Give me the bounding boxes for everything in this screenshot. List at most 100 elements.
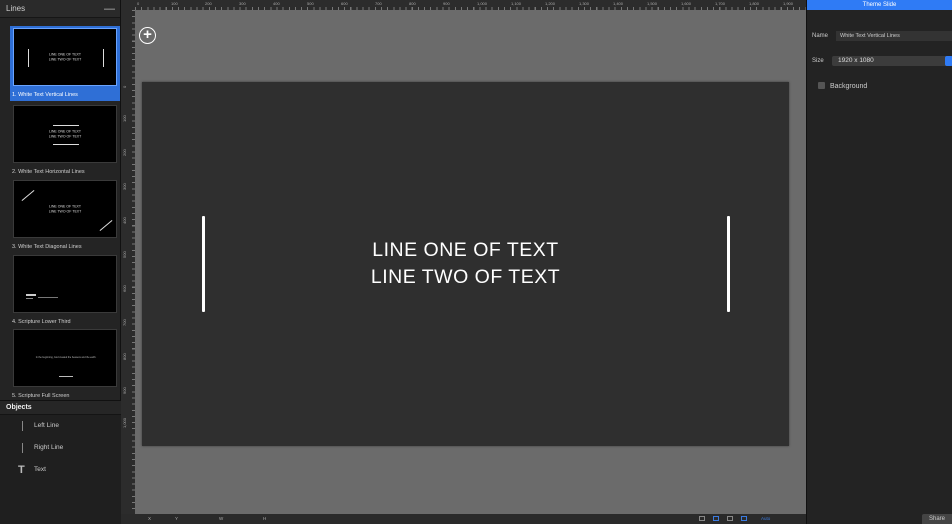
slide-thumbnail: LINE ONE OF TEXT LINE TWO OF TEXT bbox=[13, 28, 117, 86]
ruler-tick-label: 1,100 bbox=[511, 1, 522, 6]
background-toggle[interactable]: Background bbox=[818, 82, 867, 90]
inspector-title[interactable]: Theme Slide bbox=[807, 0, 952, 10]
inspector-panel: Theme Slide Name White Text Vertical Lin… bbox=[806, 0, 952, 524]
ruler-tick-label: 300 bbox=[122, 183, 127, 190]
slide-caption: 2. White Text Horizontal Lines bbox=[12, 169, 85, 175]
align-icon[interactable] bbox=[713, 516, 719, 521]
ruler-tick-label: 1,000 bbox=[477, 1, 488, 6]
text-icon: T bbox=[18, 464, 25, 476]
lower-third-title-thumb bbox=[26, 294, 36, 296]
object-label: Right Line bbox=[34, 444, 64, 451]
library-title[interactable]: Lines bbox=[6, 4, 25, 13]
ruler-tick-label: 1,000 bbox=[122, 417, 127, 428]
ruler-tick-label: 800 bbox=[409, 1, 416, 6]
ruler-tick-label: 100 bbox=[122, 115, 127, 122]
thumb-line-2: LINE TWO OF TEXT bbox=[48, 134, 82, 138]
x-field[interactable]: X bbox=[148, 516, 151, 521]
object-label: Left Line bbox=[34, 422, 59, 429]
ruler-tick-label: 300 bbox=[239, 1, 246, 6]
y-field[interactable]: Y bbox=[175, 516, 178, 521]
objects-title: Objects bbox=[0, 401, 121, 415]
text-object[interactable]: LINE ONE OF TEXT LINE TWO OF TEXT bbox=[142, 237, 789, 291]
left-line-thumb bbox=[28, 49, 29, 67]
ruler-tick-label: 600 bbox=[122, 285, 127, 292]
ruler-tick-label: 100 bbox=[171, 1, 178, 6]
background-checkbox[interactable] bbox=[818, 82, 825, 89]
ruler-tick-label: 1,200 bbox=[545, 1, 556, 6]
layout-icon[interactable] bbox=[727, 516, 733, 521]
slide-caption: 4. Scripture Lower Third bbox=[12, 319, 71, 325]
ruler-tick-label: 0 bbox=[122, 85, 127, 88]
size-select[interactable]: 1920 x 1080 bbox=[832, 56, 952, 66]
library-header[interactable]: Lines — bbox=[0, 0, 120, 18]
name-row: Name White Text Vertical Lines bbox=[807, 30, 952, 42]
lower-third-bar-thumb bbox=[38, 297, 58, 298]
collapse-icon[interactable]: — bbox=[104, 3, 115, 15]
ruler-tick-label: 700 bbox=[122, 319, 127, 326]
slide-item-5[interactable]: In the beginning, God created the heaven… bbox=[10, 327, 120, 402]
grid-icon[interactable] bbox=[699, 516, 705, 521]
share-button[interactable]: Share bbox=[922, 514, 952, 524]
ruler-tick-label: 400 bbox=[273, 1, 280, 6]
slide-caption: 3. White Text Diagonal Lines bbox=[12, 244, 82, 250]
thumb-line-2: LINE TWO OF TEXT bbox=[48, 209, 82, 213]
slide-canvas[interactable]: LINE ONE OF TEXT LINE TWO OF TEXT bbox=[142, 82, 789, 446]
name-field[interactable]: White Text Vertical Lines bbox=[836, 31, 952, 41]
slide-thumbnail: In the beginning, God created the heaven… bbox=[13, 329, 117, 387]
ruler-tick-label: 1,700 bbox=[715, 1, 726, 6]
size-value: 1920 x 1080 bbox=[838, 57, 874, 64]
object-label: Text bbox=[34, 466, 46, 473]
size-label: Size bbox=[812, 58, 824, 64]
slides-panel: Lines — LINE ONE OF TEXT LINE TWO OF TEX… bbox=[0, 0, 121, 524]
thumb-line-1: LINE ONE OF TEXT bbox=[48, 204, 82, 209]
ruler-tick-label: 400 bbox=[122, 217, 127, 224]
line-icon bbox=[22, 443, 23, 453]
h-field[interactable]: H bbox=[263, 516, 266, 521]
ruler-tick-label: 1,300 bbox=[579, 1, 590, 6]
ruler-tick-label: 1,500 bbox=[647, 1, 658, 6]
thumb-line-1: LINE ONE OF TEXT bbox=[48, 52, 82, 57]
name-label: Name bbox=[812, 33, 829, 39]
editor-workspace: 0 100 200 300 400 500 600 700 800 900 1,000 1,100 1,… bbox=[121, 0, 806, 524]
scripture-ref-thumb bbox=[59, 376, 73, 377]
right-line-thumb bbox=[103, 49, 104, 67]
slide-item-3[interactable]: LINE ONE OF TEXT LINE TWO OF TEXT 3. Whi… bbox=[10, 178, 120, 253]
object-text[interactable]: T Text bbox=[0, 462, 121, 478]
canvas-line-1: LINE ONE OF TEXT bbox=[372, 239, 559, 261]
w-field[interactable]: W bbox=[219, 516, 223, 521]
horizontal-ruler: 0 100 200 300 400 500 600 700 800 900 1,000 1,100 1,… bbox=[135, 0, 806, 10]
object-left-line[interactable]: Left Line bbox=[0, 418, 121, 434]
ruler-tick-label: 900 bbox=[122, 387, 127, 394]
zoom-selector[interactable]: Auto bbox=[761, 516, 770, 521]
slide-list: LINE ONE OF TEXT LINE TWO OF TEXT 1. Whi… bbox=[0, 18, 121, 400]
slide-item-4[interactable]: 4. Scripture Lower Third bbox=[10, 253, 120, 328]
slide-item-2[interactable]: LINE ONE OF TEXT LINE TWO OF TEXT 2. Whi… bbox=[10, 103, 120, 178]
ruler-tick-label: 200 bbox=[205, 1, 212, 6]
slide-item-1[interactable]: LINE ONE OF TEXT LINE TWO OF TEXT 1. Whi… bbox=[10, 26, 120, 101]
ruler-tick-label: 600 bbox=[341, 1, 348, 6]
ruler-tick-label: 500 bbox=[307, 1, 314, 6]
add-object-button[interactable]: + bbox=[139, 27, 156, 44]
ruler-tick-label: 1,900 bbox=[783, 1, 794, 6]
ruler-tick-label: 700 bbox=[375, 1, 382, 6]
ruler-tick-label: 500 bbox=[122, 251, 127, 258]
canvas-line-2: LINE TWO OF TEXT bbox=[370, 266, 561, 288]
ruler-tick-label: 1,800 bbox=[749, 1, 760, 6]
size-row: Size 1920 x 1080 bbox=[807, 55, 952, 67]
preview-icon[interactable] bbox=[741, 516, 747, 521]
thumb-line-1: LINE ONE OF TEXT bbox=[48, 129, 82, 134]
thumb-text: LINE ONE OF TEXT LINE TWO OF TEXT bbox=[49, 205, 82, 214]
ruler-tick-label: 0 bbox=[137, 1, 140, 6]
scripture-text-thumb: In the beginning, God created the heaven… bbox=[35, 356, 97, 359]
ruler-tick-label: 1,400 bbox=[613, 1, 624, 6]
object-right-line[interactable]: Right Line bbox=[0, 440, 121, 456]
vertical-ruler: 0 100 200 300 400 500 600 700 800 900 1,000 bbox=[121, 10, 135, 514]
lower-third-ref-thumb bbox=[26, 298, 33, 299]
thumb-text: LINE ONE OF TEXT LINE TWO OF TEXT bbox=[49, 130, 82, 139]
slide-thumbnail: LINE ONE OF TEXT LINE TWO OF TEXT bbox=[13, 105, 117, 163]
slide-thumbnail bbox=[13, 255, 117, 313]
thumb-text: LINE ONE OF TEXT LINE TWO OF TEXT bbox=[49, 53, 82, 62]
ruler-tick-label: 1,600 bbox=[681, 1, 692, 6]
ruler-corner bbox=[121, 0, 135, 10]
thumb-line-2: LINE TWO OF TEXT bbox=[48, 57, 82, 61]
